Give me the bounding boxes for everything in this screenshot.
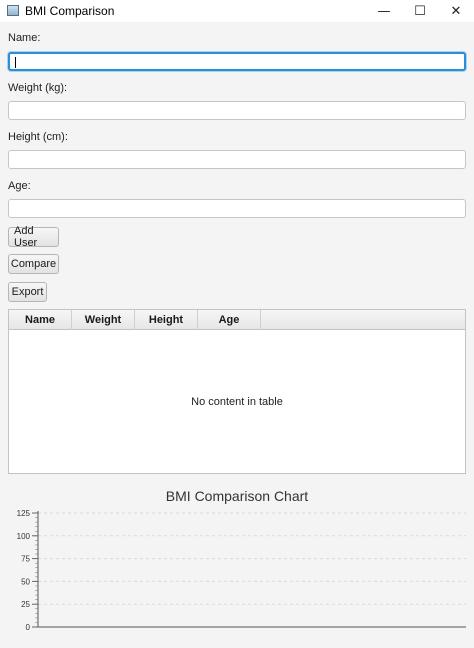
table-placeholder: No content in table xyxy=(191,396,283,408)
close-icon: ✕ xyxy=(450,3,462,19)
name-field[interactable] xyxy=(8,52,466,71)
height-field[interactable] xyxy=(8,150,466,169)
y-tick-label: 0 xyxy=(26,623,31,632)
app-window-icon xyxy=(7,5,19,16)
maximize-button[interactable]: ☐ xyxy=(402,0,438,22)
column-header-name[interactable]: Name xyxy=(9,310,72,330)
weight-label: Weight (kg): xyxy=(8,82,68,94)
title-bar: BMI Comparison — ☐ ✕ xyxy=(0,0,474,22)
y-tick-label: 125 xyxy=(17,509,31,518)
table-header: Name Weight Height Age xyxy=(9,310,465,330)
window-title: BMI Comparison xyxy=(25,4,115,18)
maximize-icon: ☐ xyxy=(414,3,426,19)
text-caret xyxy=(15,57,16,68)
y-tick-label: 25 xyxy=(21,600,30,609)
name-label: Name: xyxy=(8,32,41,44)
y-tick-label: 100 xyxy=(17,532,31,541)
close-button[interactable]: ✕ xyxy=(438,0,474,22)
column-header-height[interactable]: Height xyxy=(135,310,198,330)
compare-button[interactable]: Compare xyxy=(8,254,59,274)
age-label: Age: xyxy=(8,180,31,192)
chart-title: BMI Comparison Chart xyxy=(165,488,309,504)
minimize-icon: — xyxy=(377,3,391,19)
minimize-button[interactable]: — xyxy=(366,0,402,22)
y-tick-label: 75 xyxy=(21,555,30,564)
weight-field[interactable] xyxy=(8,101,466,120)
height-label: Height (cm): xyxy=(8,131,68,143)
export-button[interactable]: Export xyxy=(8,282,47,302)
column-header-age[interactable]: Age xyxy=(198,310,261,330)
users-table[interactable]: Name Weight Height Age No content in tab… xyxy=(8,309,466,474)
age-field[interactable] xyxy=(8,199,466,218)
add-user-button[interactable]: Add User xyxy=(8,225,59,249)
y-tick-label: 50 xyxy=(21,577,30,586)
column-header-weight[interactable]: Weight xyxy=(72,310,135,330)
bmi-chart: 0 25 50 75 100 125 xyxy=(17,509,466,632)
